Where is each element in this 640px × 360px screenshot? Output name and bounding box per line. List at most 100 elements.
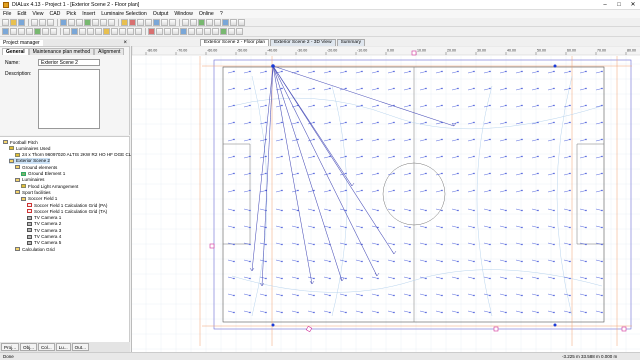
redo-icon[interactable]	[47, 18, 54, 26]
ground-element-outline[interactable]	[213, 59, 632, 330]
render-icon[interactable]	[161, 18, 168, 26]
luminaire-point[interactable]	[271, 64, 275, 68]
tool-icon[interactable]	[34, 28, 41, 35]
tab-colors[interactable]: Col...	[37, 343, 55, 351]
print-icon[interactable]	[31, 18, 38, 26]
calculate-icon[interactable]	[129, 18, 136, 26]
tool-icon[interactable]	[135, 28, 142, 35]
menu-output[interactable]: Output	[153, 11, 169, 17]
tool-icon[interactable]	[238, 18, 245, 26]
tool-icon[interactable]	[119, 28, 126, 35]
tab-floor-plan[interactable]: Exterior Scene 2 - Floor plan	[200, 39, 270, 46]
tree-item[interactable]: Soccer Field 1 Calculation Grid (PA)	[27, 202, 107, 208]
select-icon[interactable]	[60, 18, 67, 26]
zoom-icon[interactable]	[68, 18, 75, 26]
menu-edit[interactable]: Edit	[17, 11, 26, 17]
tool-icon[interactable]	[42, 28, 49, 35]
tool-icon[interactable]	[103, 28, 110, 35]
tool-icon[interactable]	[236, 28, 243, 35]
tool-icon[interactable]	[214, 18, 221, 26]
tool-icon[interactable]	[87, 28, 94, 35]
tv-camera-icon[interactable]	[209, 243, 215, 249]
tool-icon[interactable]	[206, 18, 213, 26]
open-icon[interactable]	[10, 18, 17, 26]
tv-camera-icon[interactable]	[621, 326, 627, 332]
menu-cad[interactable]: CAD	[49, 11, 60, 17]
tree-item[interactable]: Luminaires Used	[9, 145, 50, 151]
new-icon[interactable]	[2, 18, 9, 26]
tree-item[interactable]: Exterior Scene 2	[9, 157, 50, 164]
tree-item[interactable]: TV Camera 1	[27, 215, 61, 221]
3d-view-icon[interactable]	[84, 18, 91, 26]
tool-icon[interactable]	[95, 28, 102, 35]
tree-item[interactable]: Sport facilities	[15, 189, 51, 195]
tree-item[interactable]: 24 x Thorn 96097020 ALTIS 2KW R2 HO HF D…	[15, 152, 134, 158]
tab-3d-view[interactable]: Exterior Scene 2 - 3D View	[270, 39, 336, 46]
tool-icon[interactable]	[79, 28, 86, 35]
false-color-icon[interactable]	[137, 18, 144, 26]
minimize-icon[interactable]: –	[598, 0, 612, 10]
tool-icon[interactable]	[198, 18, 205, 26]
menu-online[interactable]: Online	[199, 11, 214, 17]
tool-icon[interactable]	[10, 28, 17, 35]
floor-plan-drawing[interactable]: -80.00 -70.00 -60.00 -50.00 -40.00 -30.00 -20.…	[131, 45, 640, 352]
tool-icon[interactable]	[172, 28, 179, 35]
luminaire-point[interactable]	[271, 323, 275, 327]
tool-icon[interactable]	[127, 28, 134, 35]
tool-icon[interactable]	[196, 28, 203, 35]
close-icon[interactable]: ✕	[626, 0, 640, 10]
tab-alignment[interactable]: Alignment	[94, 48, 125, 55]
tool-icon[interactable]	[18, 28, 25, 35]
save-icon[interactable]	[18, 18, 25, 26]
menu-pick[interactable]: Pick	[66, 11, 76, 17]
menu-file[interactable]: File	[3, 11, 11, 17]
tab-outputs[interactable]: Out...	[71, 343, 89, 351]
tab-summary[interactable]: Summary	[336, 39, 366, 46]
close-panel-icon[interactable]: ×	[120, 40, 130, 46]
isolines-icon[interactable]	[145, 18, 152, 26]
tool-icon[interactable]	[222, 18, 229, 26]
undo-icon[interactable]	[39, 18, 46, 26]
tab-maintenance-plan-method[interactable]: Maintenance plan method	[28, 48, 95, 55]
tool-icon[interactable]	[180, 28, 187, 35]
tree-item[interactable]: Luminaires	[15, 177, 44, 183]
tool-icon[interactable]	[111, 28, 118, 35]
luminaire-point[interactable]	[553, 64, 557, 68]
wireframe-icon[interactable]	[153, 18, 160, 26]
description-field[interactable]	[38, 69, 100, 129]
floor-plan-canvas[interactable]: -80.00 -70.00 -60.00 -50.00 -40.00 -30.00 -20.…	[131, 45, 640, 352]
tool-icon[interactable]	[220, 28, 227, 35]
tab-luminaires[interactable]: Lu...	[55, 343, 71, 351]
tree-item[interactable]: Flood Light Arrangement	[21, 183, 78, 189]
grid-icon[interactable]	[169, 18, 176, 26]
pan-icon[interactable]	[76, 18, 83, 26]
tab-objects[interactable]: Obj...	[20, 343, 37, 351]
tool-icon[interactable]	[228, 28, 235, 35]
tool-icon[interactable]	[63, 28, 70, 35]
tree-item[interactable]: TV Camera 5	[27, 240, 61, 246]
tool-icon[interactable]	[50, 28, 57, 35]
floor-plan-icon[interactable]	[92, 18, 99, 26]
tab-project[interactable]: Proj...	[1, 343, 19, 351]
menu-view[interactable]: View	[32, 11, 43, 17]
menu-window[interactable]: Window	[174, 11, 192, 17]
tv-camera-icon[interactable]	[411, 50, 417, 56]
menu-help[interactable]: ?	[220, 11, 223, 17]
maximize-icon[interactable]: □	[612, 0, 626, 10]
tree-item[interactable]: TV Camera 4	[27, 234, 61, 240]
arrow-icon[interactable]	[2, 28, 9, 35]
side-view-icon[interactable]	[100, 18, 107, 26]
tab-project-manager[interactable]: Project manager	[0, 39, 43, 46]
tree-item[interactable]: Ground elements	[15, 164, 57, 170]
tool-icon[interactable]	[148, 28, 155, 35]
tool-icon[interactable]	[26, 28, 33, 35]
tree-item[interactable]: Calculation Grid	[15, 246, 55, 252]
tool-icon[interactable]	[164, 28, 171, 35]
tool-icon[interactable]	[156, 28, 163, 35]
tool-icon[interactable]	[230, 18, 237, 26]
tool-icon[interactable]	[212, 28, 219, 35]
tool-icon[interactable]	[71, 28, 78, 35]
menu-insert[interactable]: Insert	[82, 11, 95, 17]
name-field[interactable]: Exterior Scene 2	[38, 59, 100, 66]
luminaire-point[interactable]	[553, 323, 557, 327]
